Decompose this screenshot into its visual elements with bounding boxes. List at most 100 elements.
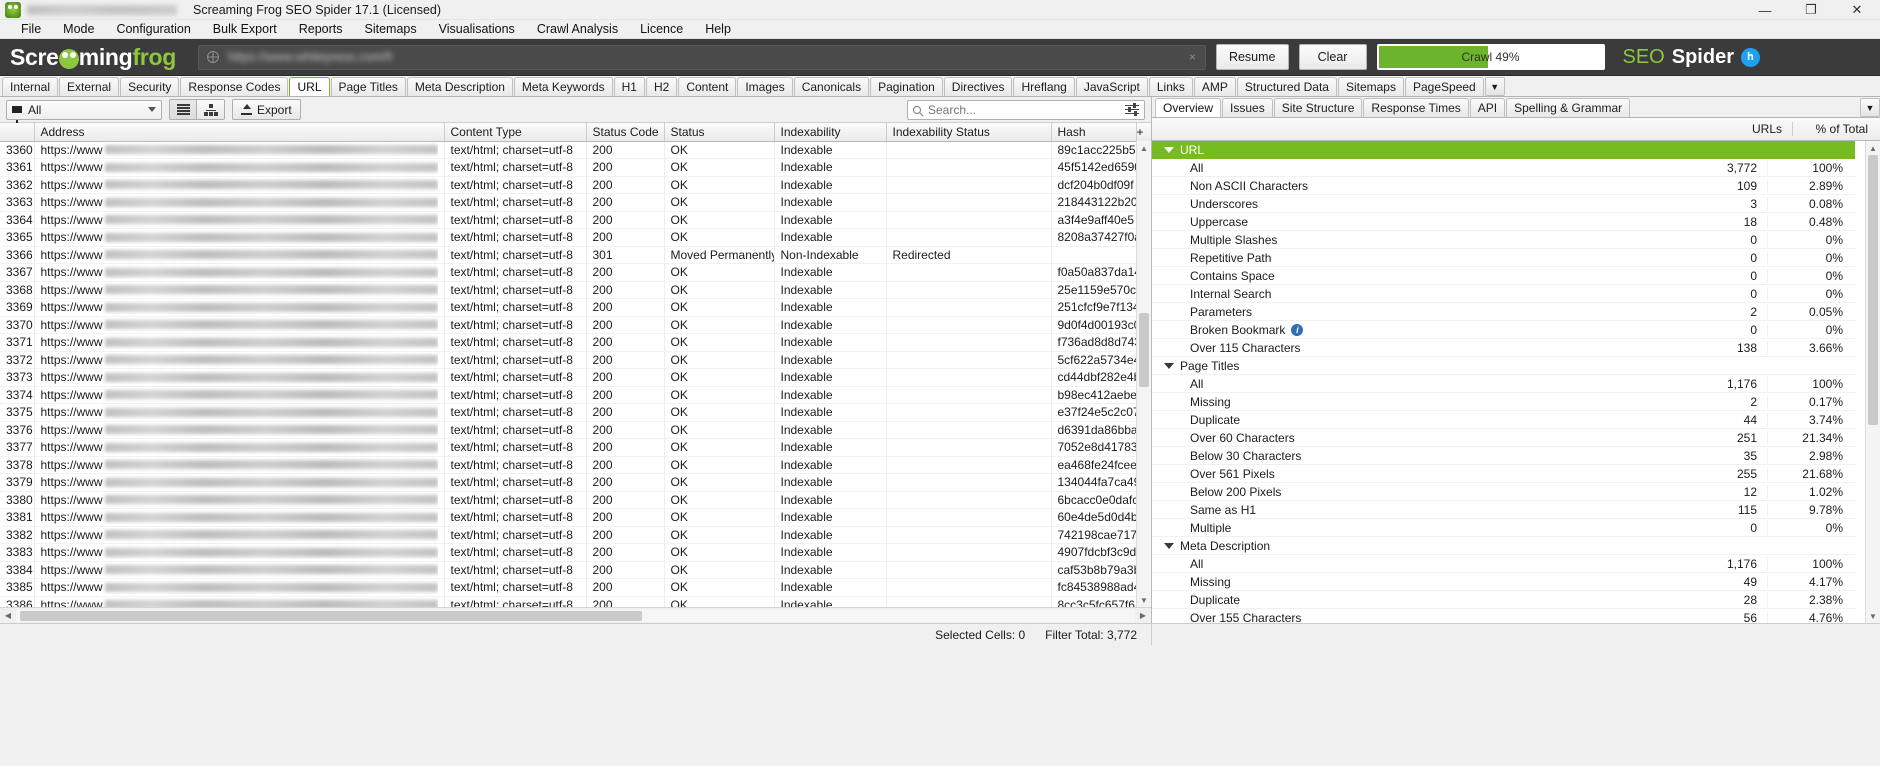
cell-indexability[interactable]: Indexable: [774, 456, 886, 474]
cell-status[interactable]: OK: [664, 456, 774, 474]
cell-address[interactable]: https://www: [34, 141, 444, 159]
tab-images[interactable]: Images: [737, 77, 792, 96]
cell-status-code[interactable]: 200: [586, 141, 664, 159]
cell-hash[interactable]: cd44dbf282e4b: [1051, 369, 1136, 387]
column-header-indexability[interactable]: Indexability: [774, 123, 886, 141]
cell-status[interactable]: OK: [664, 544, 774, 562]
cell-indexability-status[interactable]: [886, 456, 1051, 474]
cell-indexability-status[interactable]: [886, 211, 1051, 229]
cell-indexability[interactable]: Indexable: [774, 211, 886, 229]
tab-meta-keywords[interactable]: Meta Keywords: [514, 77, 613, 96]
cell-address[interactable]: https://www: [34, 316, 444, 334]
cell-status-code[interactable]: 200: [586, 386, 664, 404]
cell-address[interactable]: https://www: [34, 176, 444, 194]
add-column-button[interactable]: +: [1136, 123, 1151, 141]
cell-indexability[interactable]: Indexable: [774, 439, 886, 457]
cell-content-type[interactable]: text/html; charset=utf-8: [444, 229, 586, 247]
cell-content-type[interactable]: text/html; charset=utf-8: [444, 579, 586, 597]
cell-address[interactable]: https://www: [34, 456, 444, 474]
overview-item-missing[interactable]: Missing494.17%: [1152, 573, 1855, 591]
cell-hash[interactable]: b98ec412aebe: [1051, 386, 1136, 404]
cell-hash[interactable]: 60e4de5d0d4b: [1051, 509, 1136, 527]
cell-status[interactable]: OK: [664, 439, 774, 457]
cell-status[interactable]: OK: [664, 596, 774, 607]
cell-status[interactable]: OK: [664, 299, 774, 317]
search-box[interactable]: [907, 100, 1145, 120]
cell-content-type[interactable]: text/html; charset=utf-8: [444, 299, 586, 317]
tab-h2[interactable]: H2: [646, 77, 677, 96]
cell-address[interactable]: https://www: [34, 544, 444, 562]
cell-status-code[interactable]: 200: [586, 544, 664, 562]
cell-indexability[interactable]: Indexable: [774, 421, 886, 439]
tab-content[interactable]: Content: [678, 77, 736, 96]
cell-hash[interactable]: [1051, 246, 1136, 264]
cell-indexability[interactable]: Indexable: [774, 561, 886, 579]
tab-external[interactable]: External: [59, 77, 119, 96]
results-vertical-scrollbar[interactable]: ▲ ▼: [1136, 141, 1151, 607]
cell-status[interactable]: OK: [664, 386, 774, 404]
cell-status[interactable]: OK: [664, 194, 774, 212]
overview-tab-response-times[interactable]: Response Times: [1363, 98, 1468, 117]
overview-tab-spelling-grammar[interactable]: Spelling & Grammar: [1506, 98, 1630, 117]
cell-status[interactable]: OK: [664, 176, 774, 194]
menu-item-bulk-export[interactable]: Bulk Export: [202, 20, 288, 39]
cell-status[interactable]: OK: [664, 264, 774, 282]
table-row[interactable]: 3386https://wwwtext/html; charset=utf-82…: [0, 596, 1151, 607]
table-row[interactable]: 3360https://wwwtext/html; charset=utf-82…: [0, 141, 1151, 159]
table-row[interactable]: 3365https://wwwtext/html; charset=utf-82…: [0, 229, 1151, 247]
cell-status-code[interactable]: 200: [586, 316, 664, 334]
cell-hash[interactable]: 6bcacc0e0dafc: [1051, 491, 1136, 509]
cell-status[interactable]: OK: [664, 561, 774, 579]
menu-item-mode[interactable]: Mode: [52, 20, 105, 39]
overview-item-uppercase[interactable]: Uppercase180.48%: [1152, 213, 1855, 231]
cell-status-code[interactable]: 200: [586, 509, 664, 527]
tab-pagination[interactable]: Pagination: [870, 77, 943, 96]
cell-content-type[interactable]: text/html; charset=utf-8: [444, 211, 586, 229]
cell-content-type[interactable]: text/html; charset=utf-8: [444, 509, 586, 527]
overview-item-multiple-slashes[interactable]: Multiple Slashes00%: [1152, 231, 1855, 249]
tab-response-codes[interactable]: Response Codes: [180, 77, 288, 96]
cell-address[interactable]: https://www: [34, 229, 444, 247]
cell-indexability[interactable]: Indexable: [774, 264, 886, 282]
cell-indexability-status[interactable]: [886, 561, 1051, 579]
table-row[interactable]: 3383https://wwwtext/html; charset=utf-82…: [0, 544, 1151, 562]
cell-address[interactable]: https://www: [34, 264, 444, 282]
cell-indexability-status[interactable]: Redirected: [886, 246, 1051, 264]
cell-address[interactable]: https://www: [34, 596, 444, 607]
cell-status-code[interactable]: 200: [586, 194, 664, 212]
cell-indexability[interactable]: Indexable: [774, 509, 886, 527]
overview-group-url[interactable]: URL: [1152, 141, 1855, 159]
table-row[interactable]: 3370https://wwwtext/html; charset=utf-82…: [0, 316, 1151, 334]
cell-indexability-status[interactable]: [886, 421, 1051, 439]
column-header-content-type[interactable]: Content Type: [444, 123, 586, 141]
cell-address[interactable]: https://www: [34, 246, 444, 264]
tab-structured-data[interactable]: Structured Data: [1237, 77, 1337, 96]
cell-status-code[interactable]: 200: [586, 579, 664, 597]
cell-indexability-status[interactable]: [886, 194, 1051, 212]
tab-page-titles[interactable]: Page Titles: [331, 77, 406, 96]
overview-item-all[interactable]: All3,772100%: [1152, 159, 1855, 177]
cell-content-type[interactable]: text/html; charset=utf-8: [444, 351, 586, 369]
cell-indexability-status[interactable]: [886, 579, 1051, 597]
resume-button[interactable]: Resume: [1216, 44, 1289, 70]
column-header-indexability-status[interactable]: Indexability Status: [886, 123, 1051, 141]
tab-internal[interactable]: Internal: [2, 77, 58, 96]
scroll-up-icon[interactable]: ▲: [1137, 141, 1151, 155]
table-row[interactable]: 3381https://wwwtext/html; charset=utf-82…: [0, 509, 1151, 527]
cell-indexability[interactable]: Indexable: [774, 194, 886, 212]
column-header-status[interactable]: Status: [664, 123, 774, 141]
scroll-down-icon[interactable]: ▼: [1137, 593, 1151, 607]
cell-indexability[interactable]: Indexable: [774, 334, 886, 352]
cell-indexability-status[interactable]: [886, 491, 1051, 509]
maximize-button[interactable]: ❐: [1788, 0, 1834, 20]
overview-item-below-30-characters[interactable]: Below 30 Characters352.98%: [1152, 447, 1855, 465]
cell-indexability[interactable]: Indexable: [774, 351, 886, 369]
cell-content-type[interactable]: text/html; charset=utf-8: [444, 474, 586, 492]
table-row[interactable]: 3372https://wwwtext/html; charset=utf-82…: [0, 351, 1151, 369]
export-button[interactable]: Export: [232, 99, 301, 120]
overview-item-repetitive-path[interactable]: Repetitive Path00%: [1152, 249, 1855, 267]
cell-hash[interactable]: 7052e8d41783: [1051, 439, 1136, 457]
menu-item-help[interactable]: Help: [694, 20, 742, 39]
table-row[interactable]: 3369https://wwwtext/html; charset=utf-82…: [0, 299, 1151, 317]
menu-item-crawl-analysis[interactable]: Crawl Analysis: [526, 20, 629, 39]
